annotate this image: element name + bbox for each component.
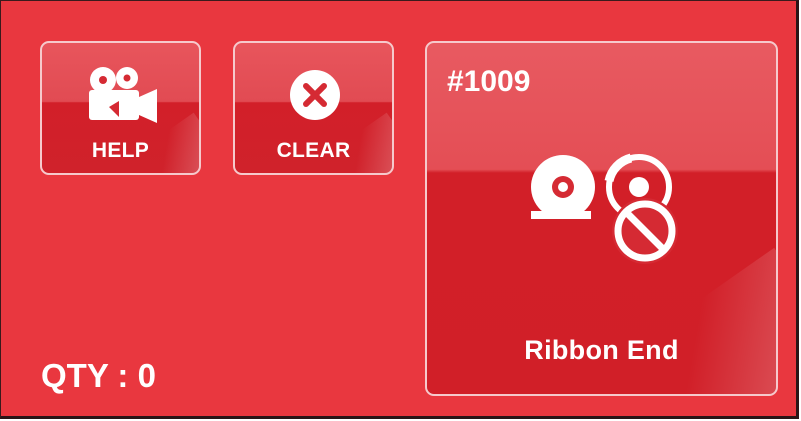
- video-camera-icon: [83, 65, 163, 129]
- screen: HELP CLEAR #1009 Ribbon End QTY: 0: [0, 0, 799, 419]
- close-circle-icon: [287, 67, 343, 123]
- help-label: HELP: [91, 139, 150, 162]
- quantity-readout: QTY : 0: [41, 357, 156, 394]
- status-label: Ribbon End: [524, 335, 679, 365]
- status-tile: #1009 Ribbon End: [425, 41, 778, 396]
- help-button[interactable]: HELP: [40, 41, 201, 175]
- clear-label: CLEAR: [276, 139, 351, 162]
- clear-button[interactable]: CLEAR: [233, 41, 394, 175]
- ribbon-end-icon: [527, 151, 683, 269]
- error-code: #1009: [447, 65, 531, 98]
